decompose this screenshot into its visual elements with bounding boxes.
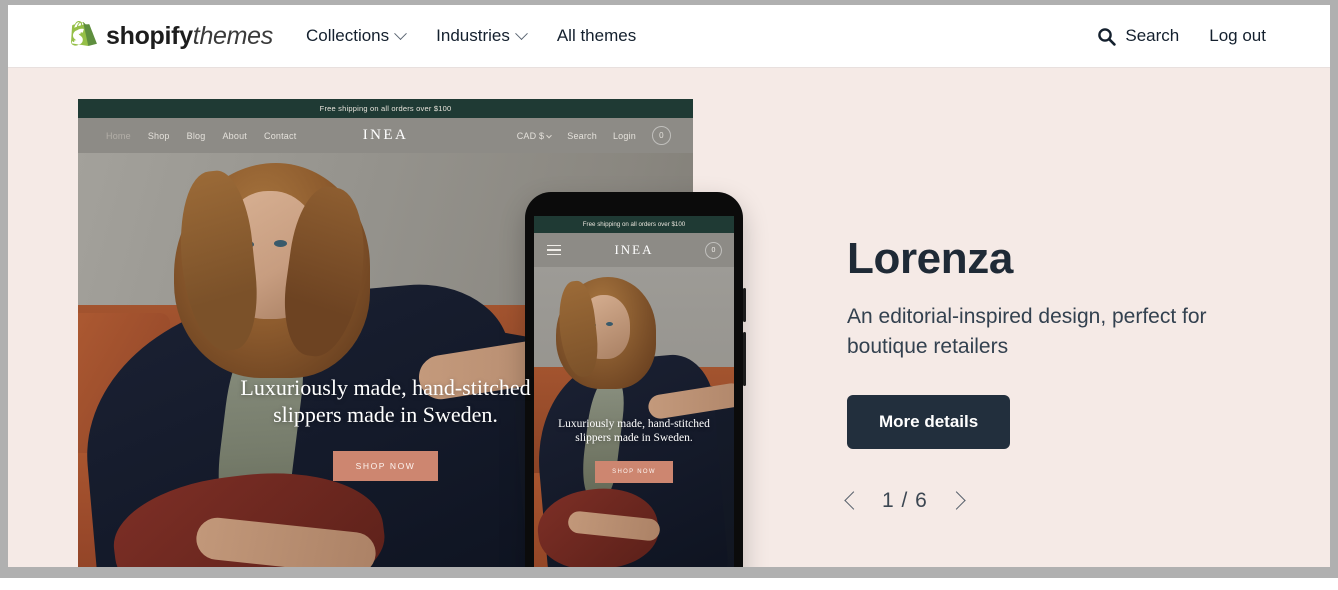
logo-shopify-text: shopify xyxy=(106,21,193,50)
logo-themes-text: themes xyxy=(192,21,273,50)
nav-item-industries[interactable]: Industries xyxy=(436,26,528,46)
site-header: shopifythemes Collections Industries All… xyxy=(8,5,1330,68)
nav-item-collections[interactable]: Collections xyxy=(305,26,408,46)
preview-hero-line-1: Luxuriously made, hand-stitched xyxy=(240,375,531,400)
shopify-themes-logo[interactable]: shopifythemes xyxy=(71,21,273,51)
more-details-button[interactable]: More details xyxy=(847,394,1011,449)
preview-store-nav: Home Shop Blog About Contact INEA CAD $ … xyxy=(78,118,693,153)
carousel-pagination: 1 / 6 xyxy=(844,488,1277,513)
preview-announcement-bar: Free shipping on all orders over $100 xyxy=(78,99,693,118)
logout-button[interactable]: Log out xyxy=(1209,26,1266,46)
mobile-hero-line-2: slippers made in Sweden. xyxy=(575,432,693,445)
browser-window: shopifythemes Collections Industries All… xyxy=(0,0,1338,590)
nav-label-all-themes: All themes xyxy=(556,26,637,45)
page-title: Lorenza xyxy=(847,234,1013,283)
photo-model-eye-right xyxy=(274,240,287,247)
primary-navigation: Collections Industries All themes xyxy=(306,26,636,46)
mobile-photo-eye-right xyxy=(606,322,613,326)
nav-label-collections: Collections xyxy=(305,26,390,45)
shopify-bag-icon xyxy=(71,21,97,51)
window-chrome-right xyxy=(1330,0,1338,578)
mobile-hero-copy: Luxuriously made, hand-stitched slippers… xyxy=(534,417,734,483)
pagination-count: 1 / 6 xyxy=(882,488,928,512)
preview-search-link[interactable]: Search xyxy=(567,131,597,141)
phone-volume-button xyxy=(743,288,746,322)
mobile-shop-now-button[interactable]: SHOP NOW xyxy=(595,460,673,483)
nav-label-industries: Industries xyxy=(436,26,510,45)
window-chrome-left xyxy=(0,0,8,578)
window-chrome-bottom xyxy=(0,567,1338,578)
preview-nav-utilities: CAD $ Search Login 0 xyxy=(517,126,671,145)
window-chrome-footer xyxy=(0,578,1338,590)
preview-currency-selector[interactable]: CAD $ xyxy=(517,131,553,141)
mobile-cart-icon[interactable]: 0 xyxy=(705,241,722,259)
preview-cart-icon[interactable]: 0 xyxy=(652,126,671,145)
mobile-store-nav: INEA 0 xyxy=(534,233,734,267)
preview-shop-now-button[interactable]: SHOP NOW xyxy=(332,450,439,481)
logo-wordmark: shopifythemes xyxy=(106,22,273,51)
search-button[interactable]: Search xyxy=(1097,26,1179,46)
mobile-cart-count: 0 xyxy=(711,246,716,254)
header-actions: Search Log out xyxy=(1097,26,1266,46)
mobile-announcement-bar: Free shipping on all orders over $100 xyxy=(534,216,734,233)
mobile-store-logo: INEA xyxy=(614,242,654,257)
logout-label: Log out xyxy=(1209,26,1266,45)
chevron-down-icon xyxy=(546,132,553,138)
chevron-right-icon[interactable] xyxy=(947,491,966,511)
theme-info-panel: Lorenza An editorial-inspired design, pe… xyxy=(844,234,1277,513)
preview-announcement-text: Free shipping on all orders over $100 xyxy=(319,104,452,113)
nav-item-all-themes[interactable]: All themes xyxy=(557,26,636,46)
search-icon xyxy=(1098,27,1117,46)
chevron-left-icon[interactable] xyxy=(844,491,863,511)
mobile-hero-headline: Luxuriously made, hand-stitched slippers… xyxy=(534,417,734,446)
chevron-down-icon xyxy=(394,26,408,40)
theme-description: An editorial-inspired design, perfect fo… xyxy=(847,305,1207,358)
mobile-hero-line-1: Luxuriously made, hand-stitched xyxy=(558,418,710,430)
search-label: Search xyxy=(1125,26,1180,45)
page-viewport: shopifythemes Collections Industries All… xyxy=(8,5,1330,567)
phone-power-button xyxy=(743,332,746,386)
theme-preview-stage: Free shipping on all orders over $100 Ho… xyxy=(8,68,1330,567)
preview-cart-count: 0 xyxy=(659,131,664,140)
preview-login-link[interactable]: Login xyxy=(613,131,636,141)
mobile-hero-photo: Luxuriously made, hand-stitched slippers… xyxy=(534,267,734,567)
mobile-announcement-text: Free shipping on all orders over $100 xyxy=(582,221,686,228)
chevron-down-icon xyxy=(514,26,528,40)
